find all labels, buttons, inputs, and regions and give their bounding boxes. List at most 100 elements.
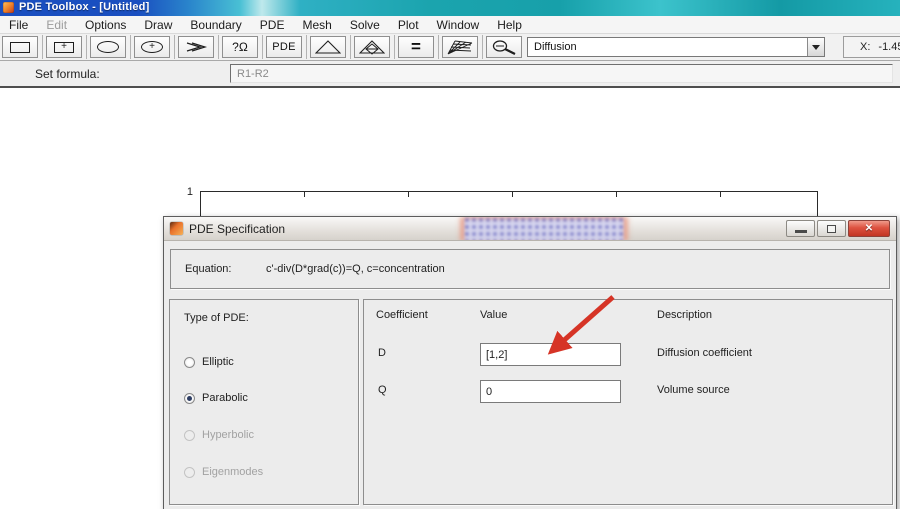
rectangle-plus-icon: +	[54, 41, 74, 53]
restore-icon	[827, 224, 836, 233]
radio-hyperbolic: Hyperbolic	[184, 429, 254, 441]
pde-type-panel: Type of PDE: Elliptic Parabolic Hyperbol…	[169, 299, 359, 505]
coefficient-q-input[interactable]	[480, 380, 621, 403]
solve-button[interactable]: =	[398, 36, 434, 58]
radio-hyperbolic-label: Hyperbolic	[202, 429, 254, 441]
menu-help[interactable]: Help	[488, 16, 531, 33]
coefficient-column-header: Coefficient	[376, 309, 428, 321]
coefficient-d-input[interactable]	[480, 343, 621, 366]
menu-edit: Edit	[46, 17, 68, 32]
description-column-header: Description	[657, 309, 713, 321]
set-formula-label: Set formula:	[35, 67, 100, 81]
pde-mode-button[interactable]: PDE	[266, 36, 302, 58]
axis-tick	[512, 192, 513, 197]
coordinate-readout: X: -1.458	[843, 36, 900, 58]
toolbar-separator	[42, 35, 43, 59]
radio-button-disabled-icon	[184, 429, 195, 441]
rectangle-tool-button[interactable]	[2, 36, 38, 58]
menu-plot[interactable]: Plot	[389, 16, 428, 33]
refine-mesh-icon	[359, 39, 385, 55]
radio-parabolic[interactable]: Parabolic	[184, 392, 248, 404]
equals-icon: =	[411, 37, 421, 56]
desktop-wallpaper-strip: PDE Toolbox - [Untitled]	[0, 0, 900, 16]
ellipse-icon	[97, 41, 119, 53]
menu-options[interactable]: Options	[76, 16, 135, 33]
dialog-title: PDE Specification	[189, 221, 286, 236]
triangle-mesh-icon	[315, 39, 341, 54]
radio-elliptic-label: Elliptic	[202, 356, 234, 368]
radio-elliptic[interactable]: Elliptic	[184, 356, 234, 368]
ellipse-plus-icon: +	[141, 41, 163, 53]
pde-mode-label: PDE	[272, 41, 296, 53]
toolbar-separator	[174, 35, 175, 59]
toolbar-separator	[394, 35, 395, 59]
set-formula-bar: Set formula:	[0, 61, 900, 88]
radio-parabolic-label: Parabolic	[202, 392, 248, 404]
toolbar: + + ?Ω PDE = Diffusion X: -1.4	[0, 34, 900, 61]
y-tick-label-1: 1	[186, 186, 193, 198]
plot-solution-button[interactable]	[442, 36, 478, 58]
equation-text: c'-div(D*grad(c))=Q, c=concentration	[266, 263, 445, 275]
pde-toolbox-app: PDE Toolbox - [Untitled] File Edit Optio…	[0, 0, 900, 509]
axis-top	[200, 191, 818, 192]
equation-label: Equation:	[185, 263, 232, 275]
polygon-tool-button[interactable]	[178, 36, 214, 58]
boundary-mode-button[interactable]: ?Ω	[222, 36, 258, 58]
surface-plot-icon	[447, 40, 473, 54]
polygon-icon	[186, 42, 208, 52]
menu-mesh[interactable]: Mesh	[293, 16, 340, 33]
toolbar-separator	[306, 35, 307, 59]
app-window-icon	[3, 2, 14, 13]
menu-draw[interactable]: Draw	[135, 16, 181, 33]
plot-mode-dropdown[interactable]: Diffusion	[527, 37, 825, 57]
dialog-icon	[170, 222, 183, 235]
menu-file[interactable]: File	[0, 16, 37, 33]
chevron-down-icon	[812, 44, 820, 50]
axis-tick	[304, 192, 305, 197]
toolbar-separator	[438, 35, 439, 59]
aero-glass-mesh-blur	[464, 217, 624, 240]
value-column-header: Value	[480, 309, 508, 321]
radio-button-icon[interactable]	[184, 356, 195, 368]
dialog-title-bar[interactable]: PDE Specification ✕	[164, 217, 896, 241]
axis-tick	[408, 192, 409, 197]
menu-window[interactable]: Window	[428, 16, 489, 33]
rectangle-icon	[10, 41, 30, 53]
toolbar-separator	[218, 35, 219, 59]
coefficient-d-label: D	[378, 347, 386, 359]
set-formula-input[interactable]	[230, 64, 893, 83]
coordinate-x-label: X:	[860, 41, 871, 53]
minimize-button[interactable]	[786, 220, 815, 237]
initialize-mesh-button[interactable]	[310, 36, 346, 58]
axis-tick	[720, 192, 721, 197]
menu-bar: File Edit Options Draw Boundary PDE Mesh…	[0, 16, 900, 34]
menu-boundary[interactable]: Boundary	[181, 16, 250, 33]
ellipse-tool-button[interactable]	[90, 36, 126, 58]
dialog-window-buttons: ✕	[786, 220, 890, 237]
axis-tick	[616, 192, 617, 197]
menu-pde[interactable]: PDE	[251, 16, 294, 33]
dropdown-arrow-button[interactable]	[807, 38, 824, 56]
toolbar-separator	[86, 35, 87, 59]
refine-mesh-button[interactable]	[354, 36, 390, 58]
zoom-button[interactable]	[486, 36, 522, 58]
close-icon: ✕	[864, 222, 874, 234]
ellipse-centered-tool-button[interactable]: +	[134, 36, 170, 58]
radio-eigenmodes-label: Eigenmodes	[202, 466, 264, 478]
coefficient-q-label: Q	[378, 384, 387, 396]
radio-button-disabled-icon	[184, 466, 195, 478]
coefficient-d-description: Diffusion coefficient	[657, 347, 752, 359]
coefficient-q-description: Volume source	[657, 384, 730, 396]
magnifier-icon	[492, 39, 516, 55]
close-button[interactable]: ✕	[848, 220, 890, 237]
coordinate-x-value: -1.458	[878, 41, 900, 53]
restore-button[interactable]	[817, 220, 846, 237]
radio-button-selected-icon[interactable]	[184, 392, 195, 404]
radio-eigenmodes: Eigenmodes	[184, 466, 263, 478]
coefficients-panel: Coefficient Value Description D Diffusio…	[363, 299, 893, 505]
toolbar-separator	[482, 35, 483, 59]
menu-solve[interactable]: Solve	[341, 16, 389, 33]
minimize-icon	[794, 230, 807, 233]
equation-panel: Equation: c'-div(D*grad(c))=Q, c=concent…	[170, 249, 890, 289]
rectangle-centered-tool-button[interactable]: +	[46, 36, 82, 58]
